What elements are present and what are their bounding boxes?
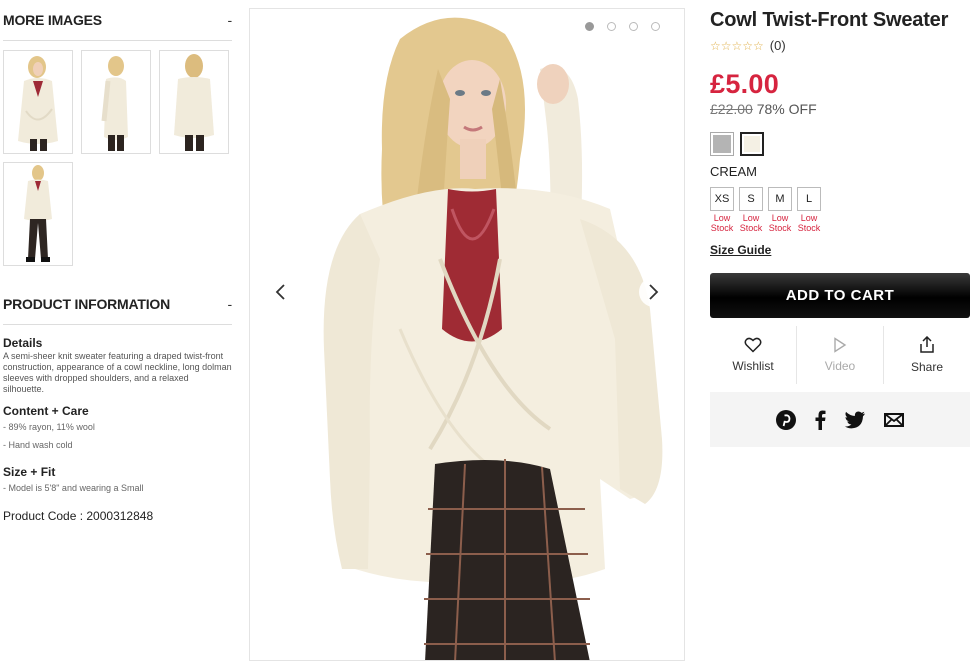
swatch-heather-grey[interactable] xyxy=(710,132,734,156)
share-button[interactable]: Share xyxy=(883,326,970,384)
product-photo xyxy=(250,9,684,660)
add-to-cart-button[interactable]: ADD TO CART xyxy=(710,273,970,318)
size-option-s[interactable]: S Low Stock xyxy=(739,187,763,233)
more-images-title: MORE IMAGES xyxy=(3,12,102,28)
product-information-title: PRODUCT INFORMATION xyxy=(3,296,171,312)
previous-image-button[interactable] xyxy=(265,277,295,307)
more-images-header[interactable]: MORE IMAGES - xyxy=(3,0,232,41)
product-information-header[interactable]: PRODUCT INFORMATION - xyxy=(3,284,232,325)
chevron-left-icon xyxy=(275,284,285,300)
selected-color-label: CREAM xyxy=(710,164,757,179)
action-row: Wishlist Video Share xyxy=(710,326,970,384)
email-icon[interactable] xyxy=(884,412,904,427)
heart-icon xyxy=(744,337,762,353)
wishlist-button[interactable]: Wishlist xyxy=(710,326,796,384)
chevron-right-icon xyxy=(649,284,659,300)
facebook-icon[interactable] xyxy=(814,410,826,430)
size-option-m[interactable]: M Low Stock xyxy=(768,187,792,233)
sale-price: £5.00 xyxy=(710,69,780,99)
content-care-heading: Content + Care xyxy=(3,404,89,418)
size-box[interactable]: L xyxy=(797,187,821,211)
carousel-dot[interactable] xyxy=(629,22,638,31)
details-text: A semi-sheer knit sweater featuring a dr… xyxy=(3,351,232,394)
size-box[interactable]: M xyxy=(768,187,792,211)
discount-label: 78% OFF xyxy=(756,101,817,117)
carousel-dots xyxy=(585,22,660,31)
original-price-row: £22.00 78% OFF xyxy=(710,101,970,117)
swatch-cream[interactable] xyxy=(740,132,764,156)
pinterest-icon[interactable] xyxy=(776,409,796,430)
wishlist-label: Wishlist xyxy=(732,359,774,373)
video-label: Video xyxy=(824,359,856,373)
review-count[interactable]: (0) xyxy=(770,38,786,53)
left-column: MORE IMAGES - PRODUCT INFORMATION - Deta… xyxy=(0,0,236,523)
size-item: - Model is 5'8" and wearing a Small xyxy=(3,483,144,493)
thumbnail-back[interactable] xyxy=(159,50,229,154)
next-image-button[interactable] xyxy=(639,277,669,307)
thumbnail-full-length[interactable] xyxy=(3,162,73,266)
stock-status: Low Stock xyxy=(710,213,734,233)
stock-status: Low Stock xyxy=(797,213,821,233)
main-product-image xyxy=(249,8,685,661)
size-box[interactable]: S xyxy=(739,187,763,211)
collapse-toggle[interactable]: - xyxy=(228,296,233,312)
carousel-dot[interactable] xyxy=(607,22,616,31)
size-option-xs[interactable]: XS Low Stock xyxy=(710,187,734,233)
play-icon xyxy=(834,337,847,353)
product-title: Cowl Twist-Front Sweater xyxy=(710,9,949,31)
collapse-toggle[interactable]: - xyxy=(228,12,233,28)
content-item: - 89% rayon, 11% wool xyxy=(3,422,95,432)
size-selector: XS Low Stock S Low Stock M Low Stock L Low S… xyxy=(710,187,970,233)
twitter-icon[interactable] xyxy=(844,410,866,429)
rating-row[interactable]: ☆☆☆☆☆ (0) xyxy=(710,38,970,53)
share-icon xyxy=(920,336,934,353)
details-heading: Details xyxy=(3,336,43,350)
carousel-dot[interactable] xyxy=(651,22,660,31)
size-box[interactable]: XS xyxy=(710,187,734,211)
product-code: Product Code : 2000312848 xyxy=(3,509,154,523)
thumbnail-grid xyxy=(0,41,236,266)
size-option-l[interactable]: L Low Stock xyxy=(797,187,821,233)
stock-status: Low Stock xyxy=(768,213,792,233)
size-fit-heading: Size + Fit xyxy=(3,465,56,479)
product-information-body: Details A semi-sheer knit sweater featur… xyxy=(0,325,232,523)
color-swatches xyxy=(710,132,970,156)
star-rating-icon: ☆☆☆☆☆ xyxy=(710,38,764,53)
product-detail-panel: Cowl Twist-Front Sweater ☆☆☆☆☆ (0) £5.00… xyxy=(710,0,970,447)
thumbnail-front[interactable] xyxy=(3,50,73,154)
content-item: - Hand wash cold xyxy=(3,440,73,450)
share-label: Share xyxy=(910,360,944,374)
size-guide-link[interactable]: Size Guide xyxy=(710,243,771,257)
carousel-dot[interactable] xyxy=(585,22,594,31)
original-price: £22.00 xyxy=(710,101,753,117)
video-button[interactable]: Video xyxy=(796,326,883,384)
stock-status: Low Stock xyxy=(739,213,763,233)
social-share-bar xyxy=(710,392,970,447)
thumbnail-side[interactable] xyxy=(81,50,151,154)
